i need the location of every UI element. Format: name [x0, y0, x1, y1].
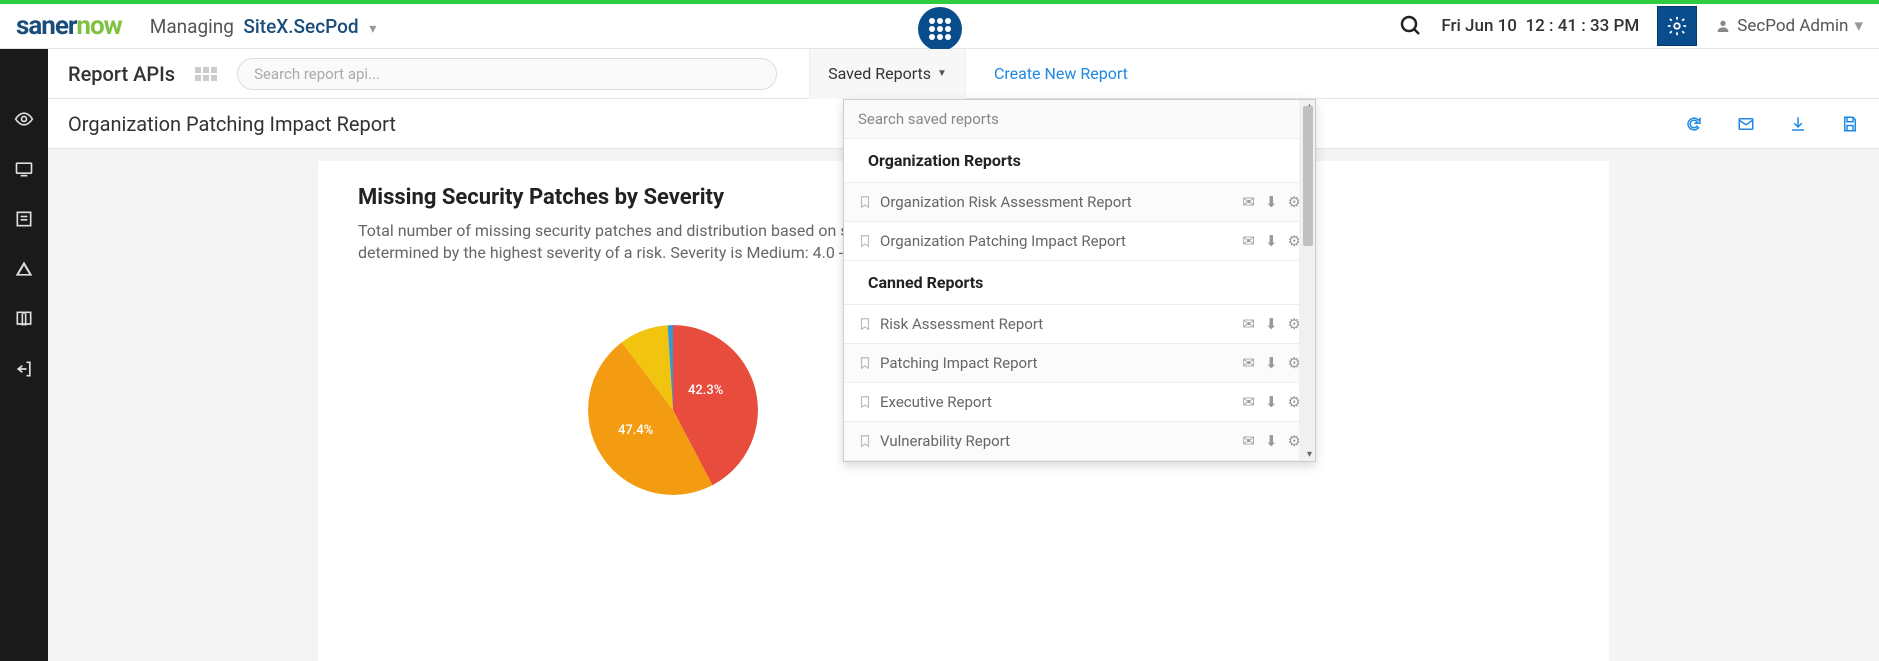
download-icon[interactable]: ⬇: [1265, 432, 1278, 450]
dropdown-item[interactable]: Vulnerability Report ✉⬇⚙: [844, 422, 1315, 461]
chevron-down-icon: ▾: [1854, 16, 1863, 36]
create-new-report-link[interactable]: Create New Report: [994, 64, 1128, 83]
saved-reports-dropdown: Search saved reports Organization Report…: [843, 99, 1316, 462]
dropdown-item[interactable]: Patching Impact Report ✉⬇⚙: [844, 344, 1315, 383]
download-icon[interactable]: ⬇: [1265, 193, 1278, 211]
apps-grid-icon: [929, 18, 951, 40]
user-name: SecPod Admin: [1737, 16, 1848, 36]
managing-label: Managing: [150, 15, 234, 38]
dropdown-search-input[interactable]: Search saved reports: [844, 100, 1315, 139]
dropdown-scrollbar[interactable]: ▴ ▾: [1299, 100, 1315, 461]
dropdown-section-header: Organization Reports: [844, 139, 1315, 183]
bookmark-icon: [858, 395, 872, 409]
mail-icon[interactable]: ✉: [1242, 393, 1255, 411]
header: sanernow Managing SiteX.SecPod ▾ Fri Jun…: [0, 4, 1879, 49]
dropdown-item-label: Vulnerability Report: [880, 432, 1234, 450]
sidebar: [0, 49, 48, 661]
download-icon[interactable]: ⬇: [1265, 393, 1278, 411]
scroll-thumb[interactable]: [1303, 106, 1313, 246]
dropdown-item-label: Patching Impact Report: [880, 354, 1234, 372]
mail-icon[interactable]: ✉: [1242, 193, 1255, 211]
caret-down-icon: ▼: [937, 68, 947, 79]
site-name: SiteX.SecPod: [243, 15, 358, 38]
logo[interactable]: sanernow: [16, 11, 122, 41]
sidebar-item-devices[interactable]: [14, 159, 34, 179]
mail-icon[interactable]: ✉: [1242, 354, 1255, 372]
mail-icon[interactable]: ✉: [1242, 315, 1255, 333]
saved-reports-button[interactable]: Saved Reports ▼: [809, 49, 966, 99]
scroll-down-icon[interactable]: ▾: [1307, 449, 1312, 460]
saved-reports-label: Saved Reports: [828, 64, 931, 83]
mail-icon[interactable]: ✉: [1242, 232, 1255, 250]
sidebar-item-visibility[interactable]: [14, 109, 34, 129]
mail-icon[interactable]: ✉: [1242, 432, 1255, 450]
bookmark-icon: [858, 356, 872, 370]
download-icon[interactable]: [1789, 115, 1807, 133]
pie-label-high: 47.4%: [618, 423, 653, 438]
page-title: Report APIs: [68, 62, 175, 86]
dropdown-item-label: Executive Report: [880, 393, 1234, 411]
search-report-api-input[interactable]: [237, 58, 777, 90]
save-icon[interactable]: [1841, 115, 1859, 133]
pie-label-critical: 42.3%: [688, 383, 723, 398]
dropdown-item[interactable]: Organization Risk Assessment Report ✉ ⬇ …: [844, 183, 1315, 222]
grid-view-icon[interactable]: [195, 67, 217, 81]
sidebar-item-logout[interactable]: [14, 359, 34, 379]
download-icon[interactable]: ⬇: [1265, 232, 1278, 250]
dropdown-item[interactable]: Risk Assessment Report ✉⬇⚙: [844, 305, 1315, 344]
global-search-button[interactable]: [1399, 14, 1423, 38]
chevron-down-icon: ▾: [369, 21, 376, 37]
bookmark-icon: [858, 195, 872, 209]
dropdown-section-header: Canned Reports: [844, 261, 1315, 305]
download-icon[interactable]: ⬇: [1265, 315, 1278, 333]
bookmark-icon: [858, 317, 872, 331]
apps-menu-button[interactable]: [918, 7, 962, 51]
settings-button[interactable]: [1657, 6, 1697, 46]
datetime: Fri Jun 10 12 : 41 : 33 PM: [1441, 16, 1639, 36]
dropdown-item-label: Risk Assessment Report: [880, 315, 1234, 333]
dropdown-item[interactable]: Organization Patching Impact Report ✉ ⬇ …: [844, 222, 1315, 261]
report-name: Organization Patching Impact Report: [68, 112, 396, 136]
managing-selector[interactable]: Managing SiteX.SecPod ▾: [150, 15, 377, 38]
mail-icon[interactable]: [1737, 115, 1755, 133]
dropdown-item[interactable]: Executive Report ✉⬇⚙: [844, 383, 1315, 422]
bookmark-icon: [858, 234, 872, 248]
pie-chart: 42.3% 47.4%: [588, 325, 758, 495]
sidebar-item-reports[interactable]: [14, 209, 34, 229]
user-icon: [1715, 18, 1731, 34]
user-menu[interactable]: SecPod Admin ▾: [1715, 16, 1863, 36]
refresh-icon[interactable]: [1685, 115, 1703, 133]
dropdown-item-label: Organization Risk Assessment Report: [880, 193, 1234, 211]
dropdown-item-label: Organization Patching Impact Report: [880, 232, 1234, 250]
subheader: Report APIs Saved Reports ▼ Create New R…: [48, 49, 1879, 99]
sidebar-item-alerts[interactable]: [14, 259, 34, 279]
download-icon[interactable]: ⬇: [1265, 354, 1278, 372]
bookmark-icon: [858, 434, 872, 448]
sidebar-item-docs[interactable]: [14, 309, 34, 329]
